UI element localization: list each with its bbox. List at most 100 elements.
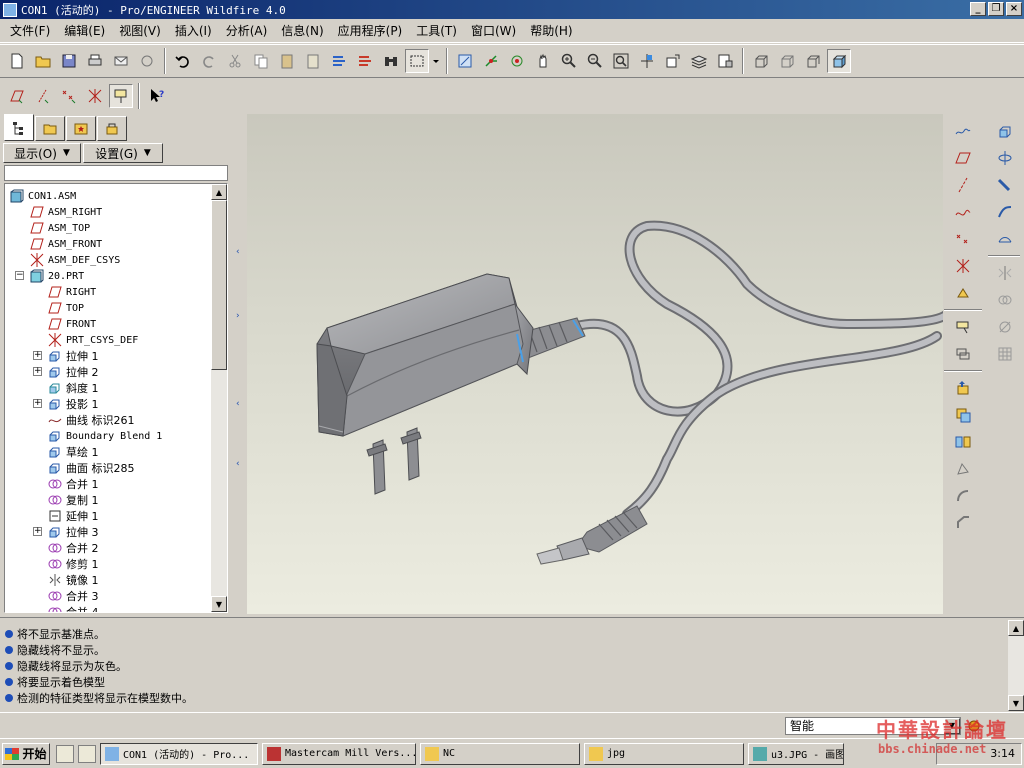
menu-analysis[interactable]: 分析(A) [220,22,276,39]
tree-item[interactable]: 拉伸 2 [47,364,99,380]
redo-button[interactable] [197,49,221,73]
undo-button[interactable] [171,49,195,73]
zoom-out-button[interactable] [583,49,607,73]
tree-item[interactable]: 合并 4 [47,604,99,612]
tree-item[interactable]: 拉伸 1 [47,348,99,364]
tree-expander[interactable]: + [33,399,42,408]
tree-expander[interactable]: + [33,527,42,536]
tree-item[interactable]: 斜度 1 [47,380,99,396]
tree-item[interactable]: ASM_TOP [29,220,90,236]
scroll-down-button[interactable]: ▼ [211,596,227,612]
maximize-button[interactable]: ❐ [988,2,1004,16]
scroll-down-button[interactable]: ▼ [1008,695,1024,711]
revolve-tool-button[interactable] [988,145,1022,171]
copy-button[interactable] [249,49,273,73]
tree-item[interactable]: Boundary Blend 1 [47,428,162,444]
extrude-tool-button[interactable] [988,118,1022,144]
scroll-thumb[interactable] [211,200,227,370]
datum-point-display-button[interactable] [57,84,81,108]
regen-manager-button[interactable] [353,49,377,73]
view-manager-button[interactable] [713,49,737,73]
saved-views-button[interactable] [661,49,685,73]
tree-item[interactable]: 曲线 标识261 [47,412,135,428]
tab-connections[interactable] [97,116,127,141]
settings-dropdown[interactable]: 设置(G) ▼ [83,143,163,163]
task-mastercam[interactable]: Mastercam Mill Vers... [262,742,416,765]
menu-insert[interactable]: 插入(I) [169,22,220,39]
chevron-down-icon[interactable]: ▼ [944,718,960,734]
select-box-dropdown[interactable] [431,49,441,73]
spin-center-button[interactable] [479,49,503,73]
layers-button[interactable] [687,49,711,73]
datum-axis-display-button[interactable] [31,84,55,108]
scroll-up-button[interactable]: ▲ [211,184,227,200]
repaint-button[interactable] [453,49,477,73]
collapse-left-icon[interactable]: ‹ [236,247,242,257]
model-tree-scrollbar[interactable]: ▲ ▼ [211,184,227,612]
internet-explorer-icon[interactable] [78,744,96,763]
tree-item[interactable]: 修剪 1 [47,556,99,572]
selection-filter-select[interactable]: 智能 ▼ [785,717,961,735]
paste-special-button[interactable] [301,49,325,73]
pattern-tool-button[interactable] [988,341,1022,367]
tab-folder-browser[interactable] [35,116,65,141]
scroll-up-button[interactable]: ▲ [1008,620,1024,636]
tree-item[interactable]: 延伸 1 [47,508,99,524]
blend-tool-button[interactable] [988,199,1022,225]
context-help-button[interactable]: ? [145,84,169,108]
tree-item[interactable]: 合并 1 [47,476,99,492]
mirror-component-button[interactable] [944,429,982,455]
open-file-button[interactable] [31,49,55,73]
tree-item[interactable]: TOP [47,300,84,316]
collapse-left-icon[interactable]: ‹ [236,399,242,409]
datum-point-tool-button[interactable] [944,226,982,252]
paste-button[interactable] [275,49,299,73]
tree-item[interactable]: 拉伸 3 [47,524,99,540]
menu-file[interactable]: 文件(F) [4,22,58,39]
minimize-button[interactable]: _ [970,2,986,16]
menu-window[interactable]: 窗口(W) [465,22,524,39]
menu-view[interactable]: 视图(V) [113,22,169,39]
zoom-in-button[interactable] [557,49,581,73]
chamfer-tool-button[interactable] [944,510,982,536]
refit-button[interactable] [609,49,633,73]
tree-item[interactable]: 草绘 1 [47,444,99,460]
insert-component-button[interactable] [944,375,982,401]
task-proe[interactable]: CON1 (活动的) - Pro... [100,742,258,765]
tree-item[interactable]: ASM_FRONT [29,236,102,252]
datum-axis-tool-button[interactable] [944,172,982,198]
tree-item[interactable]: RIGHT [47,284,96,300]
task-folder-nc[interactable]: NC [420,742,580,765]
regenerate-button[interactable] [327,49,351,73]
orient-mode-button[interactable] [505,49,529,73]
tree-item[interactable]: 合并 2 [47,540,99,556]
menu-applications[interactable]: 应用程序(P) [332,22,411,39]
round-tool-button[interactable] [944,483,982,509]
task-folder-jpg[interactable]: jpg [584,742,744,765]
email-button[interactable] [109,49,133,73]
sketch-tool-button[interactable] [944,118,982,144]
datum-curve-tool-button[interactable] [944,199,982,225]
annotation-display-button[interactable] [109,84,133,108]
tree-expander[interactable]: − [15,271,24,280]
mirror-tool-button[interactable] [988,260,1022,286]
shading-button[interactable] [827,49,851,73]
analysis-feature-button[interactable] [944,280,982,306]
print-button[interactable] [83,49,107,73]
menu-info[interactable]: 信息(N) [275,22,331,39]
select-box-button[interactable] [405,49,429,73]
trim-tool-button[interactable] [988,314,1022,340]
message-scrollbar[interactable]: ▲ ▼ [1008,620,1024,711]
tree-item[interactable]: 复制 1 [47,492,99,508]
cut-button[interactable] [223,49,247,73]
boundary-blend-button[interactable] [988,226,1022,252]
tree-item[interactable]: ASM_RIGHT [29,204,102,220]
graphics-window[interactable] [247,114,943,614]
show-desktop-icon[interactable] [56,744,74,763]
start-button[interactable]: 开始 [2,742,50,765]
csys-tool-button[interactable] [944,253,982,279]
layer-tool-button[interactable] [944,341,982,367]
tree-item[interactable]: 镜像 1 [47,572,99,588]
panel-sash[interactable]: ‹ › ‹ ‹ [234,113,246,615]
datum-plane-display-button[interactable] [5,84,29,108]
